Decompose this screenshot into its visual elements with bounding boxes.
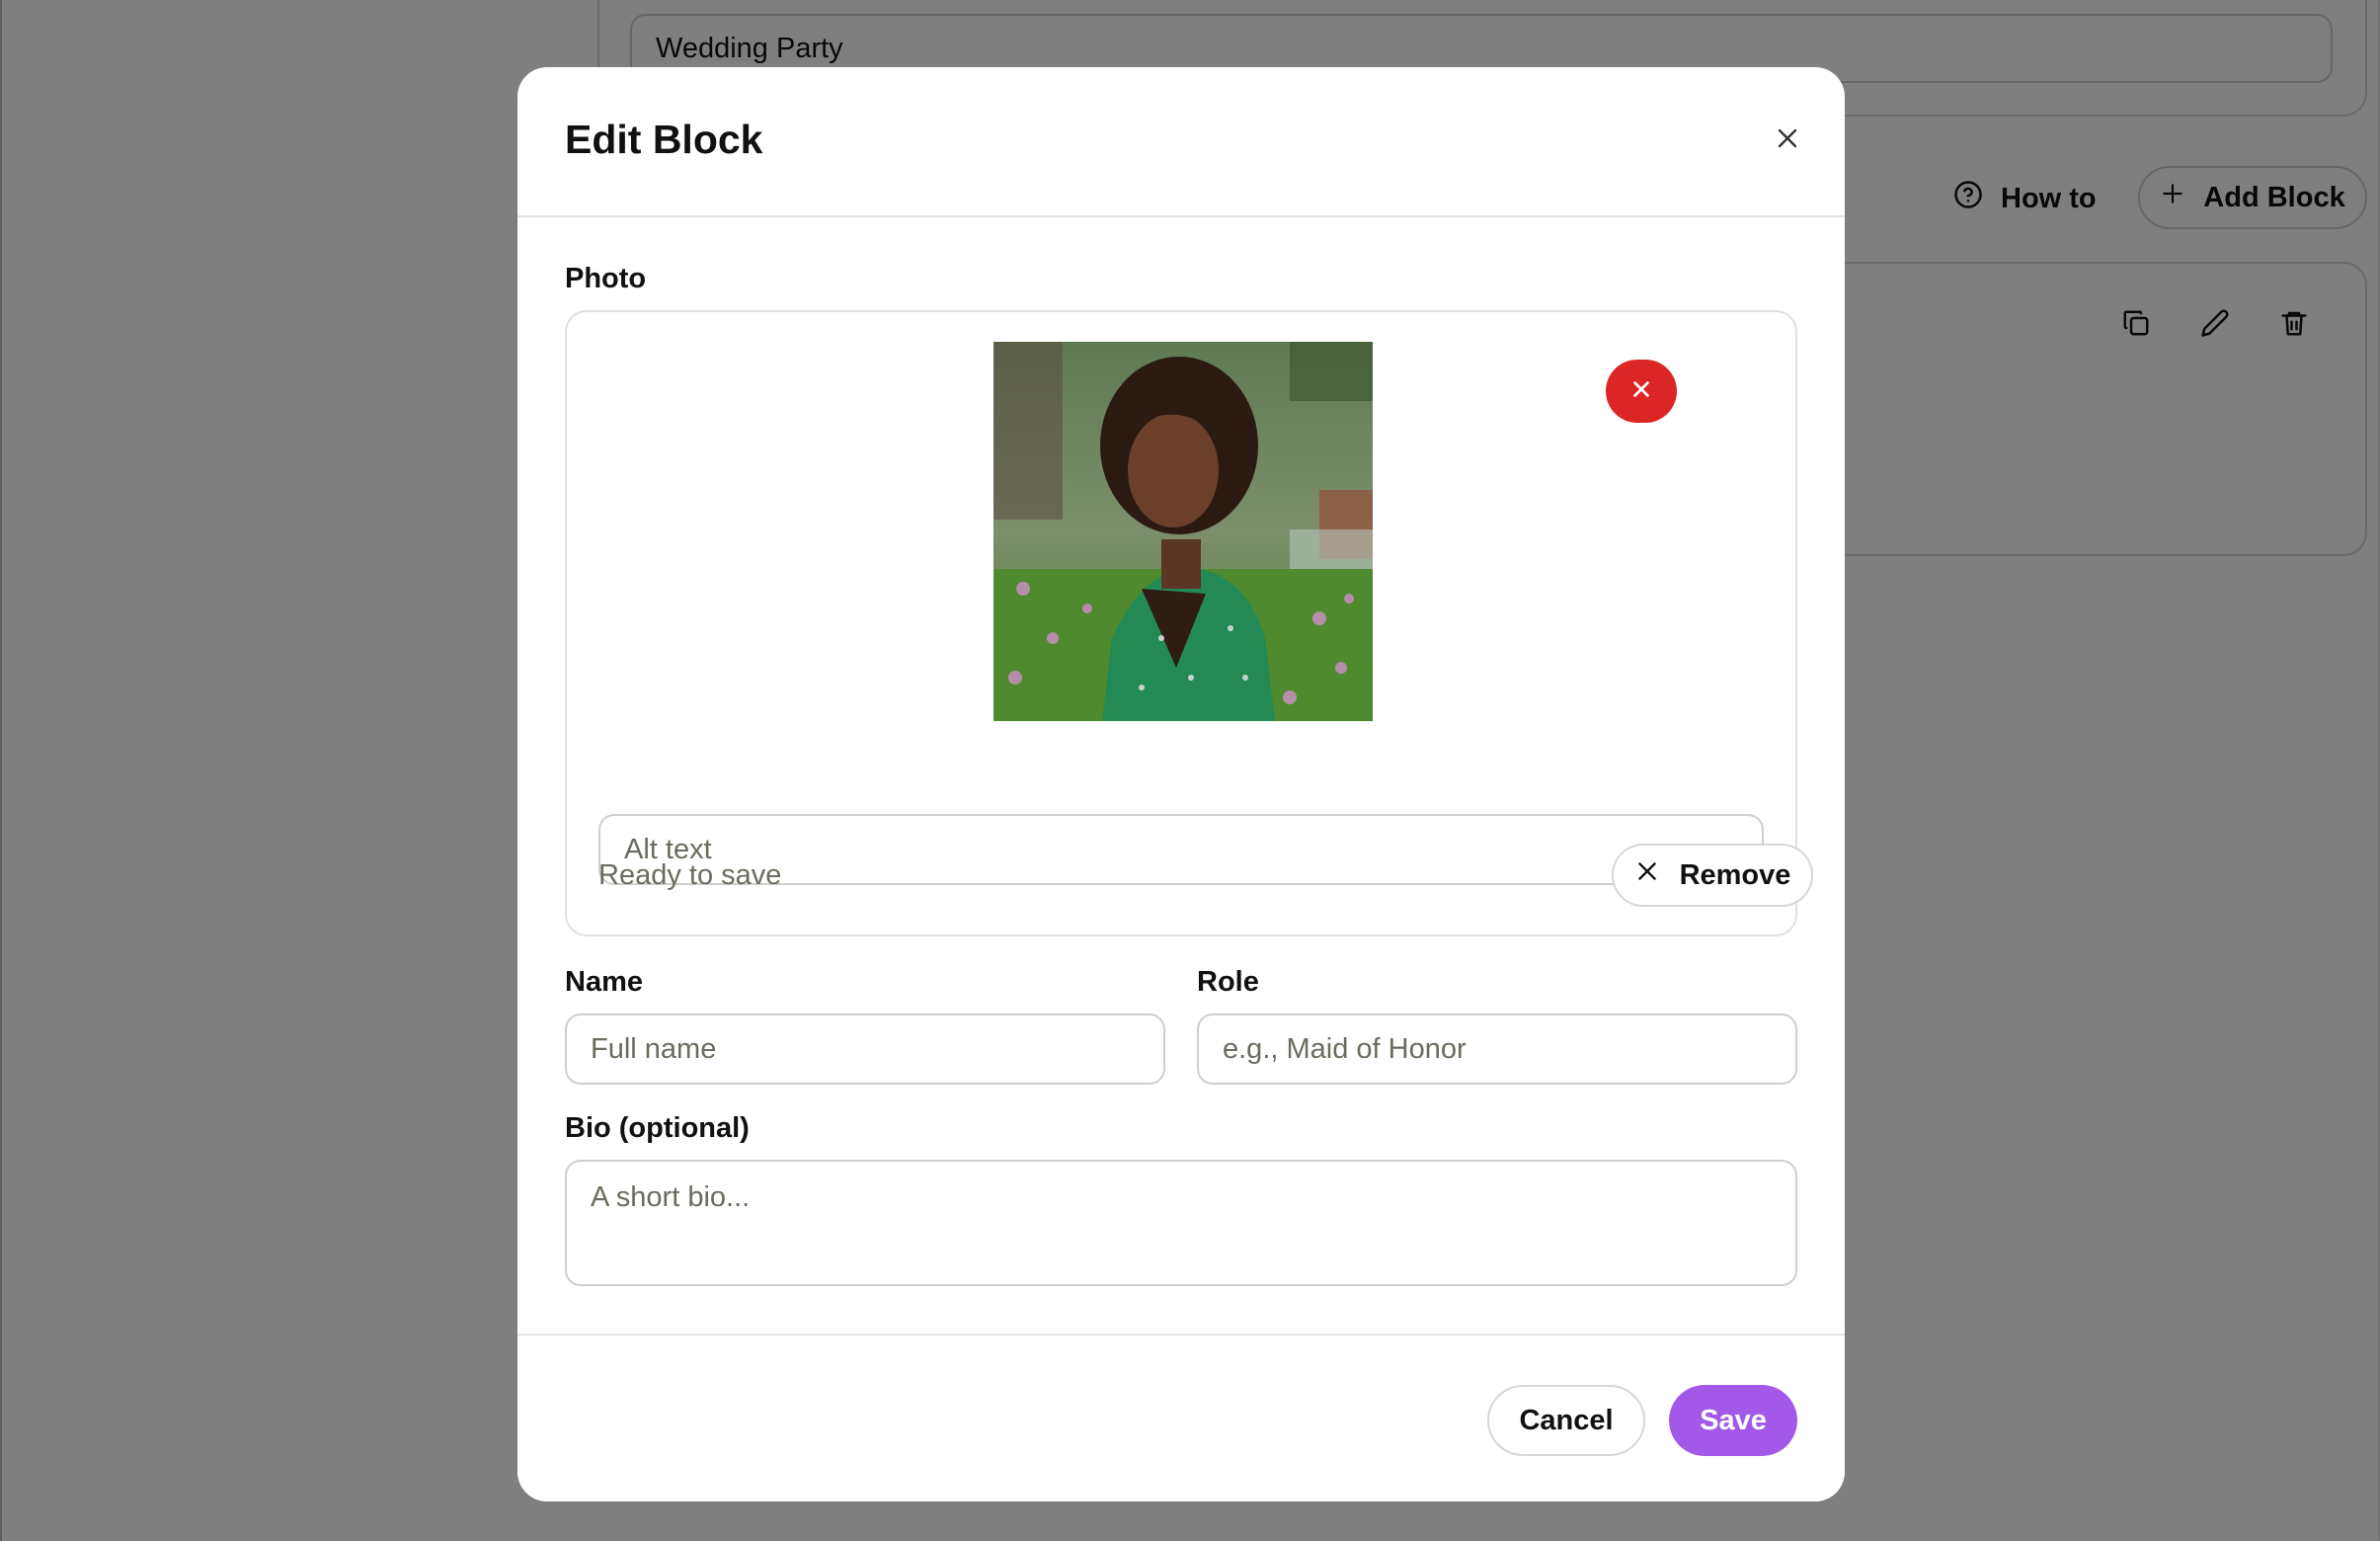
close-icon [1776, 126, 1799, 155]
role-label: Role [1197, 966, 1259, 998]
role-input[interactable] [1197, 1014, 1797, 1085]
photo-label: Photo [565, 263, 647, 294]
remove-button[interactable]: Remove [1612, 844, 1813, 907]
name-label: Name [565, 966, 643, 998]
uploaded-photo [993, 342, 1373, 721]
cancel-button[interactable]: Cancel [1487, 1385, 1645, 1456]
remove-photo-button[interactable] [1606, 360, 1677, 423]
x-icon [1630, 378, 1652, 405]
close-button[interactable] [1766, 119, 1809, 162]
edit-block-modal: Edit Block Photo Alt text Ready to save … [517, 67, 1845, 1501]
remove-label: Remove [1679, 858, 1791, 891]
bio-textarea[interactable] [565, 1160, 1797, 1286]
photo-upload-box: Ready to save Remove [565, 310, 1813, 936]
modal-header: Edit Block [517, 67, 1845, 217]
bio-label: Bio (optional) [565, 1112, 750, 1144]
x-icon [1634, 858, 1660, 892]
modal-footer: Cancel Save [517, 1334, 1845, 1501]
save-button[interactable]: Save [1669, 1385, 1797, 1456]
modal-title: Edit Block [565, 117, 763, 162]
name-input[interactable] [565, 1014, 1165, 1085]
upload-status-text: Ready to save [598, 859, 782, 891]
